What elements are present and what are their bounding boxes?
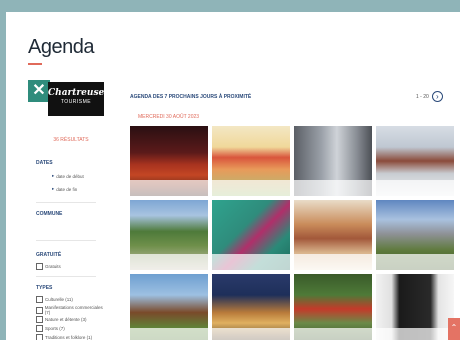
- types-title: TYPES: [36, 285, 53, 291]
- type-checkbox[interactable]: [36, 316, 43, 323]
- divider: [36, 240, 96, 241]
- type-checkbox[interactable]: [36, 306, 43, 314]
- type-label: Sports (7): [45, 326, 65, 331]
- results-count: 36 RÉSULTATS: [53, 137, 89, 143]
- calendar-icon: ▸: [52, 173, 55, 178]
- gratuit-checkbox[interactable]: [36, 263, 43, 270]
- event-card[interactable]: [376, 200, 454, 270]
- event-caption: [294, 328, 372, 340]
- type-label: Nature et détente (3): [45, 317, 87, 322]
- agenda-main: AGENDA DES 7 PROCHAINS JOURS À PROXIMITÉ…: [130, 80, 460, 340]
- event-card[interactable]: [130, 274, 208, 340]
- commune-title[interactable]: COMMUNE: [36, 211, 62, 217]
- event-grid: [130, 126, 460, 340]
- chartreuse-logo: Chartreuse TOURISME: [48, 82, 104, 116]
- event-card[interactable]: [294, 274, 372, 340]
- divider: [36, 202, 96, 203]
- chevron-up-icon: ⌃: [450, 323, 458, 332]
- pagination: 1 - 20 ›: [416, 91, 443, 102]
- type-label: Traditions et folklore (1): [45, 335, 93, 340]
- divider: [36, 276, 96, 277]
- close-filters-button[interactable]: ✕: [28, 80, 50, 102]
- event-caption: [376, 328, 454, 340]
- type-checkbox[interactable]: [36, 296, 43, 303]
- event-card[interactable]: [212, 126, 290, 196]
- event-card[interactable]: [294, 126, 372, 196]
- logo-line2: TOURISME: [60, 99, 92, 105]
- event-card[interactable]: [212, 274, 290, 340]
- title-underline: [28, 63, 42, 65]
- event-caption: [212, 328, 290, 340]
- gratuit-checkbox-row[interactable]: Gratuits: [36, 263, 61, 270]
- event-caption: [130, 180, 208, 196]
- event-caption: [376, 254, 454, 270]
- event-card[interactable]: [130, 126, 208, 196]
- event-card[interactable]: [212, 200, 290, 270]
- type-checkbox-row[interactable]: Nature et détente (3): [36, 316, 87, 323]
- page-title: Agenda: [28, 36, 94, 58]
- event-card[interactable]: [130, 200, 208, 270]
- next-page-button[interactable]: ›: [431, 91, 443, 102]
- event-card[interactable]: [294, 200, 372, 270]
- date-heading: MERCREDI 30 AOÛT 2023: [138, 114, 200, 120]
- event-caption: [212, 180, 290, 196]
- date-end-label: date de fin: [56, 186, 78, 192]
- date-start-label: date de début: [56, 173, 84, 179]
- agenda-heading: AGENDA DES 7 PROCHAINS JOURS À PROXIMITÉ: [130, 94, 252, 100]
- event-caption: [294, 180, 372, 196]
- event-caption: [130, 254, 208, 270]
- logo-line1: Chartreuse: [48, 88, 105, 98]
- page: Agenda ✕ Chartreuse TOURISME 36 RÉSULTAT…: [6, 12, 460, 340]
- type-label: Manifestations commerciales (7): [44, 305, 103, 315]
- type-checkbox[interactable]: [36, 334, 43, 340]
- close-icon: ✕: [32, 82, 46, 99]
- event-card[interactable]: [376, 274, 454, 340]
- type-checkbox-row[interactable]: Traditions et folklore (1): [36, 334, 92, 340]
- type-label: Culturelle (11): [45, 297, 73, 302]
- event-card[interactable]: [376, 126, 454, 196]
- event-caption: [130, 328, 208, 340]
- scroll-to-top-button[interactable]: ⌃: [448, 318, 460, 340]
- type-checkbox[interactable]: [36, 325, 43, 332]
- date-start-field[interactable]: ▸ date de début: [52, 173, 84, 179]
- event-caption: [212, 254, 290, 270]
- gratuite-title: GRATUITÉ: [36, 252, 62, 258]
- event-caption: [376, 180, 454, 196]
- event-caption: [294, 254, 372, 270]
- dates-title: DATES: [36, 160, 53, 166]
- calendar-icon: ▸: [52, 186, 55, 191]
- type-checkbox-row[interactable]: Sports (7): [36, 325, 65, 332]
- filter-sidebar: ✕ Chartreuse TOURISME 36 RÉSULTATS DATES…: [6, 80, 106, 340]
- date-end-field[interactable]: ▸ date de fin: [52, 186, 77, 192]
- type-checkbox-row[interactable]: Culturelle (11): [36, 296, 73, 303]
- pager-range: 1 - 20: [416, 93, 429, 100]
- gratuit-label: Gratuits: [45, 264, 61, 269]
- type-checkbox-row[interactable]: Manifestations commerciales (7): [36, 305, 106, 315]
- chevron-right-icon: ›: [435, 92, 439, 101]
